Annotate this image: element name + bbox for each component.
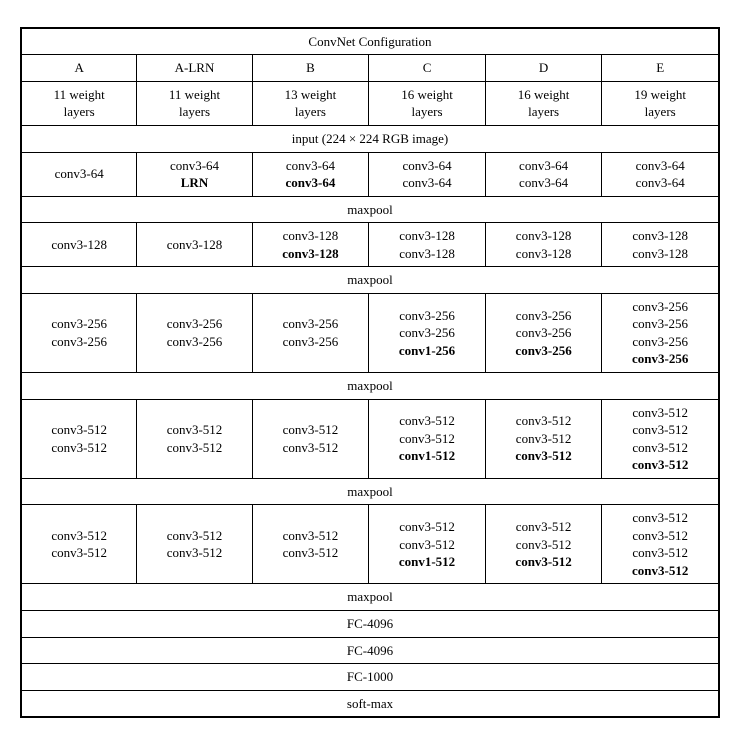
weight-layers-row: 11 weightlayers 11 weightlayers 13 weigh… — [22, 81, 719, 125]
fc4096a-row: FC-4096 — [22, 611, 719, 638]
d-conv3-512a-bold: conv3-512 — [515, 448, 571, 463]
cell-B-conv64: conv3-64conv3-64 — [252, 152, 369, 196]
cell-E-conv128: conv3-128conv3-128 — [602, 223, 719, 267]
cell-C-conv128: conv3-128conv3-128 — [369, 223, 486, 267]
cell-ALRN-conv64: conv3-64LRN — [137, 152, 252, 196]
col-header-D: D — [485, 55, 602, 82]
cell-E-conv512b: conv3-512conv3-512conv3-512conv3-512 — [602, 505, 719, 584]
lrn-label: LRN — [181, 175, 208, 190]
cell-D-conv256: conv3-256conv3-256conv3-256 — [485, 293, 602, 372]
col-header-E: E — [602, 55, 719, 82]
convnet-config-table: ConvNet Configuration A A-LRN B C D E 11… — [20, 27, 720, 718]
c-conv1-512b-bold: conv1-512 — [399, 554, 455, 569]
conv256-row: conv3-256conv3-256 conv3-256conv3-256 co… — [22, 293, 719, 372]
col-header-ALRN: A-LRN — [137, 55, 252, 82]
cell-E-conv512a: conv3-512conv3-512conv3-512conv3-512 — [602, 399, 719, 478]
fc1000-row: FC-1000 — [22, 664, 719, 691]
softmax-row: soft-max — [22, 690, 719, 717]
e-conv3-256-bold: conv3-256 — [632, 351, 688, 366]
fc4096a-label: FC-4096 — [22, 611, 719, 638]
column-header-row: A A-LRN B C D E — [22, 55, 719, 82]
e-conv3-512a-bold: conv3-512 — [632, 457, 688, 472]
maxpool-5-label: maxpool — [22, 584, 719, 611]
conv128-row: conv3-128 conv3-128 conv3-128conv3-128 c… — [22, 223, 719, 267]
weight-D: 16 weightlayers — [485, 81, 602, 125]
maxpool-3-row: maxpool — [22, 373, 719, 400]
c-conv1-512a-bold: conv1-512 — [399, 448, 455, 463]
table-title: ConvNet Configuration — [22, 28, 719, 55]
fc4096b-row: FC-4096 — [22, 637, 719, 664]
maxpool-1-row: maxpool — [22, 196, 719, 223]
weight-E: 19 weightlayers — [602, 81, 719, 125]
cell-B-conv512a: conv3-512conv3-512 — [252, 399, 369, 478]
maxpool-5-row: maxpool — [22, 584, 719, 611]
cell-ALRN-conv512a: conv3-512conv3-512 — [137, 399, 252, 478]
fc1000-label: FC-1000 — [22, 664, 719, 691]
weight-C: 16 weightlayers — [369, 81, 486, 125]
cell-ALRN-conv256: conv3-256conv3-256 — [137, 293, 252, 372]
e-conv3-512b-bold: conv3-512 — [632, 563, 688, 578]
cell-E-conv64: conv3-64conv3-64 — [602, 152, 719, 196]
conv64-row: conv3-64 conv3-64LRN conv3-64conv3-64 co… — [22, 152, 719, 196]
cell-D-conv512b: conv3-512conv3-512conv3-512 — [485, 505, 602, 584]
cell-A-conv128: conv3-128 — [22, 223, 137, 267]
maxpool-1-label: maxpool — [22, 196, 719, 223]
cell-C-conv256: conv3-256conv3-256conv1-256 — [369, 293, 486, 372]
cell-D-conv64: conv3-64conv3-64 — [485, 152, 602, 196]
weight-B: 13 weightlayers — [252, 81, 369, 125]
cell-A-conv512b: conv3-512conv3-512 — [22, 505, 137, 584]
fc4096b-label: FC-4096 — [22, 637, 719, 664]
softmax-label: soft-max — [22, 690, 719, 717]
maxpool-2-label: maxpool — [22, 267, 719, 294]
cell-B-conv256: conv3-256conv3-256 — [252, 293, 369, 372]
col-header-A: A — [22, 55, 137, 82]
d-conv3-512b-bold: conv3-512 — [515, 554, 571, 569]
conv512a-row: conv3-512conv3-512 conv3-512conv3-512 co… — [22, 399, 719, 478]
input-label: input (224 × 224 RGB image) — [22, 125, 719, 152]
c-conv1-256-bold: conv1-256 — [399, 343, 455, 358]
title-row: ConvNet Configuration — [22, 28, 719, 55]
cell-C-conv512a: conv3-512conv3-512conv1-512 — [369, 399, 486, 478]
cell-A-conv512a: conv3-512conv3-512 — [22, 399, 137, 478]
cell-D-conv512a: conv3-512conv3-512conv3-512 — [485, 399, 602, 478]
cell-D-conv128: conv3-128conv3-128 — [485, 223, 602, 267]
conv512b-row: conv3-512conv3-512 conv3-512conv3-512 co… — [22, 505, 719, 584]
maxpool-3-label: maxpool — [22, 373, 719, 400]
cell-ALRN-conv512b: conv3-512conv3-512 — [137, 505, 252, 584]
b-conv64-bold: conv3-64 — [286, 175, 336, 190]
cell-ALRN-conv128: conv3-128 — [137, 223, 252, 267]
b-conv128-bold: conv3-128 — [282, 246, 338, 261]
cell-C-conv64: conv3-64conv3-64 — [369, 152, 486, 196]
cell-A-conv64: conv3-64 — [22, 152, 137, 196]
cell-B-conv128: conv3-128conv3-128 — [252, 223, 369, 267]
col-header-B: B — [252, 55, 369, 82]
maxpool-4-row: maxpool — [22, 478, 719, 505]
cell-C-conv512b: conv3-512conv3-512conv1-512 — [369, 505, 486, 584]
cell-B-conv512b: conv3-512conv3-512 — [252, 505, 369, 584]
cell-E-conv256: conv3-256conv3-256conv3-256conv3-256 — [602, 293, 719, 372]
col-header-C: C — [369, 55, 486, 82]
maxpool-2-row: maxpool — [22, 267, 719, 294]
weight-A: 11 weightlayers — [22, 81, 137, 125]
input-row: input (224 × 224 RGB image) — [22, 125, 719, 152]
cell-A-conv256: conv3-256conv3-256 — [22, 293, 137, 372]
weight-ALRN: 11 weightlayers — [137, 81, 252, 125]
d-conv3-256-bold: conv3-256 — [515, 343, 571, 358]
maxpool-4-label: maxpool — [22, 478, 719, 505]
